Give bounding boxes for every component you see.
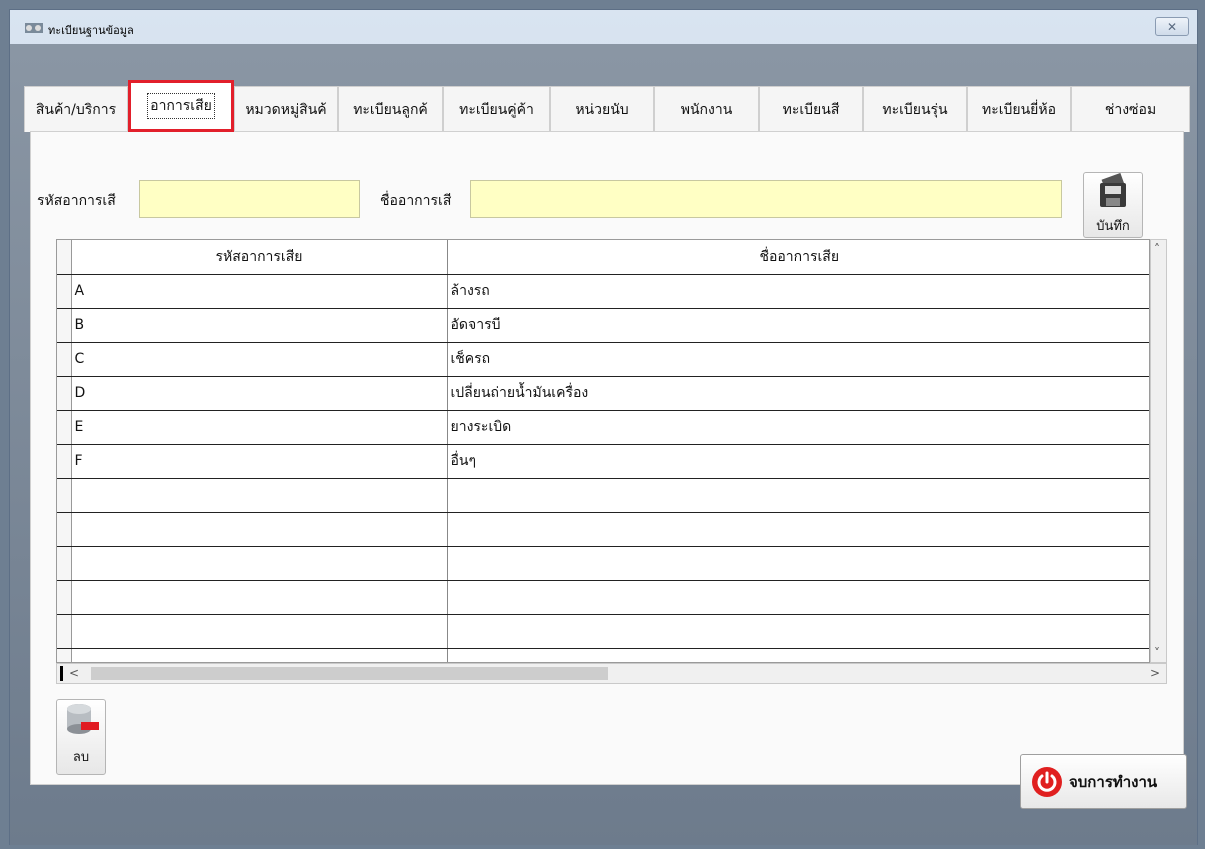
tab-symptoms[interactable]: อาการเสีย xyxy=(128,80,234,132)
name-label: ชื่ออาการเสี xyxy=(380,193,452,209)
exit-button[interactable]: จบการทำงาน xyxy=(1020,754,1187,809)
save-button[interactable]: บันทึก xyxy=(1083,172,1143,238)
tab-units[interactable]: หน่วยนับ xyxy=(550,86,654,132)
table-row[interactable] xyxy=(57,580,1149,615)
table-row[interactable]: B อัดจารบี xyxy=(57,308,1149,343)
delete-button[interactable]: ลบ xyxy=(56,699,106,775)
tab-panel: รหัสอาการเสี ชื่ออาการเสี บันทึก รหัสอาก… xyxy=(30,131,1184,785)
symptom-table[interactable]: รหัสอาการเสีย ชื่ออาการเสีย A ล้างรถ B อัด… xyxy=(56,239,1150,663)
power-icon xyxy=(1032,766,1062,797)
close-button[interactable]: ✕ xyxy=(1155,17,1189,36)
table-row[interactable]: C เช็ครถ xyxy=(57,342,1149,377)
row-indicator-header xyxy=(57,240,72,275)
tab-brands[interactable]: ทะเบียนยี่ห้อ xyxy=(967,86,1071,132)
title-bar: ทะเบียนฐานข้อมูล ✕ xyxy=(10,10,1197,44)
tab-models[interactable]: ทะเบียนรุ่น xyxy=(863,86,967,132)
table-row[interactable] xyxy=(57,478,1149,513)
tab-bar: สินค้า/บริการ อาการเสีย หมวดหมู่สินค้ ทะ… xyxy=(24,80,1190,132)
delete-label: ลบ xyxy=(72,750,90,765)
code-label: รหัสอาการเสี xyxy=(37,193,116,209)
tab-categories[interactable]: หมวดหมู่สินค้ xyxy=(234,86,338,132)
tab-partners[interactable]: ทะเบียนคู่ค้า xyxy=(443,86,550,132)
table-row[interactable]: E ยางระเบิด xyxy=(57,410,1149,445)
save-label: บันทึก xyxy=(1096,219,1130,234)
scroll-right-icon[interactable]: > xyxy=(1150,666,1160,680)
tab-technicians[interactable]: ช่างซ่อม xyxy=(1071,86,1190,132)
tab-colors[interactable]: ทะเบียนสี xyxy=(759,86,863,132)
window-title: ทะเบียนฐานข้อมูล xyxy=(48,24,134,37)
table-row[interactable] xyxy=(57,546,1149,581)
scroll-left-icon[interactable]: < xyxy=(69,666,79,680)
database-delete-icon xyxy=(67,704,99,734)
name-input[interactable] xyxy=(470,180,1062,218)
column-header-code[interactable]: รหัสอาการเสีย xyxy=(71,240,448,275)
tab-customers[interactable]: ทะเบียนลูกค้ xyxy=(338,86,443,132)
table-header: รหัสอาการเสีย ชื่ออาการเสีย xyxy=(57,240,1149,275)
floppy-icon xyxy=(1100,173,1126,207)
table-row[interactable]: F อื่นๆ xyxy=(57,444,1149,479)
table-row[interactable]: D เปลี่ยนถ่ายน้ำมันเครื่อง xyxy=(57,376,1149,411)
row-cursor-mark xyxy=(60,666,63,681)
table-row[interactable] xyxy=(57,648,1149,662)
horizontal-scroll-thumb[interactable] xyxy=(91,667,608,680)
table-row[interactable] xyxy=(57,512,1149,547)
scroll-up-icon[interactable]: ˄ xyxy=(1154,242,1160,256)
scroll-down-icon[interactable]: ˅ xyxy=(1154,646,1160,660)
vertical-scrollbar[interactable]: ˄ ˅ xyxy=(1150,239,1167,663)
table-row[interactable] xyxy=(57,614,1149,649)
tab-products[interactable]: สินค้า/บริการ xyxy=(24,86,128,132)
tab-employees[interactable]: พนักงาน xyxy=(654,86,759,132)
table-row[interactable]: A ล้างรถ xyxy=(57,274,1149,309)
main-window: ทะเบียนฐานข้อมูล ✕ สินค้า/บริการ อาการเส… xyxy=(9,9,1198,845)
column-header-name[interactable]: ชื่ออาการเสีย xyxy=(447,240,1149,275)
app-icon xyxy=(25,23,43,33)
close-icon: ✕ xyxy=(1166,19,1178,34)
code-input[interactable] xyxy=(139,180,360,218)
horizontal-scrollbar[interactable]: < > xyxy=(56,663,1167,684)
exit-label: จบการทำงาน xyxy=(1069,772,1158,791)
